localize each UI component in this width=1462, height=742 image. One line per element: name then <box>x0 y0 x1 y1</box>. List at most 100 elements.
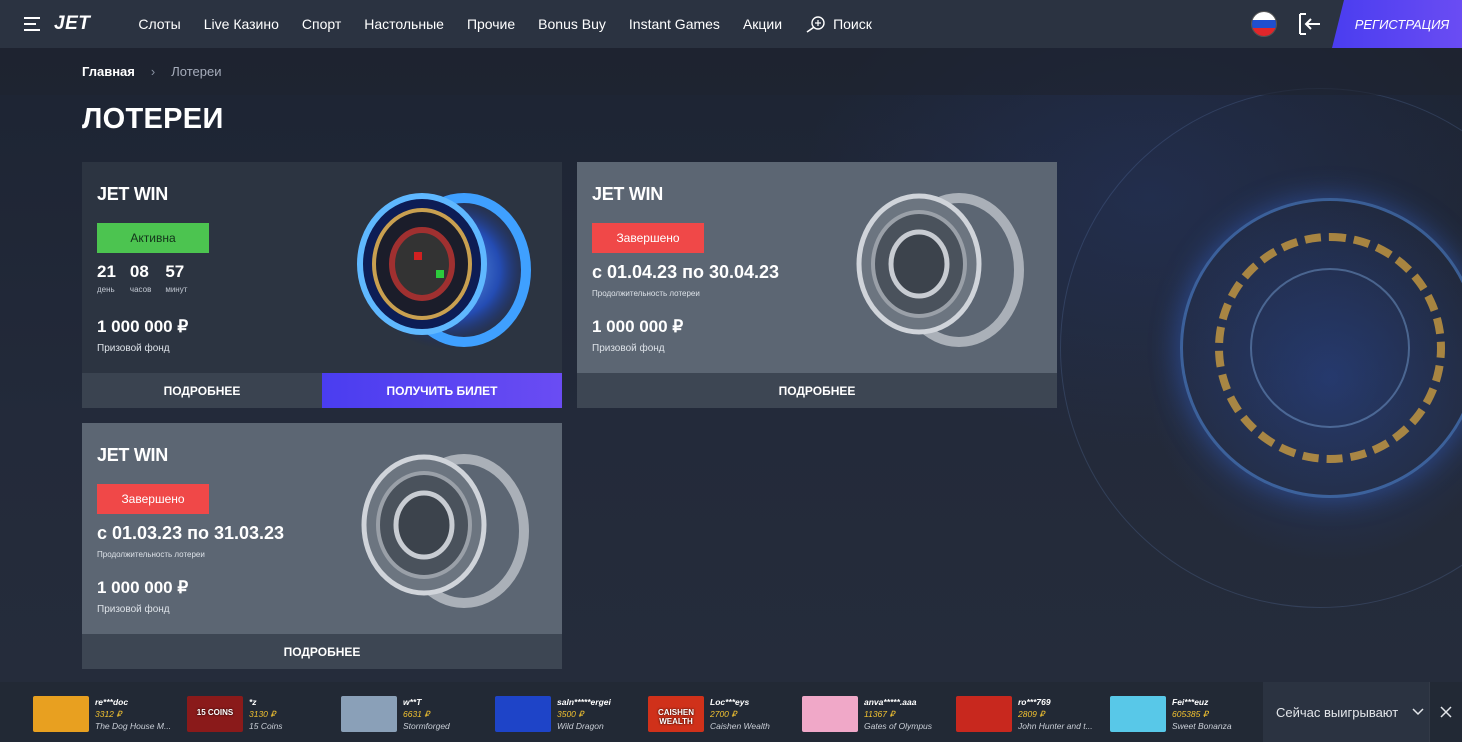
period-label: Продолжительность лотереи <box>592 289 700 298</box>
nav-item-slots[interactable]: Слоты <box>138 16 180 32</box>
breadcrumb: Главная › Лотереи <box>0 48 1462 95</box>
game-thumbnail <box>495 696 551 732</box>
winner-amount: 3500 ₽ <box>557 709 584 719</box>
winner-user: w**T <box>403 697 422 707</box>
winner-user: Loc***eys <box>710 697 750 707</box>
status-badge: Активна <box>97 223 209 253</box>
winner-amount: 2809 ₽ <box>1018 709 1045 719</box>
winner-user: Fei***euz <box>1172 697 1209 707</box>
game-thumbnail <box>341 696 397 732</box>
winner-game: Stormforged <box>403 721 450 731</box>
language-flag-icon[interactable] <box>1251 11 1277 37</box>
prize-amount: 1 000 000 ₽ <box>97 578 189 597</box>
prize-amount: 1 000 000 ₽ <box>97 317 189 336</box>
winner-game: Caishen Wealth <box>710 721 770 731</box>
winner-game: John Hunter and t... <box>1018 721 1093 731</box>
nav-item-bonus-buy[interactable]: Bonus Buy <box>538 16 606 32</box>
winner-user: ro***769 <box>1018 697 1051 707</box>
top-navigation: JET Слоты Live Казино Спорт Настольные П… <box>0 0 1462 48</box>
login-icon[interactable] <box>1298 12 1322 36</box>
winner-user: re***doc <box>95 697 129 707</box>
winner-amount: 2700 ₽ <box>710 709 737 719</box>
timer-days: 21 <box>97 262 116 281</box>
winner-game: Wild Dragon <box>557 721 604 731</box>
card-actions: Подробнее Получить билет <box>82 373 562 408</box>
timer-minutes-label: минут <box>165 285 188 294</box>
card-actions: Подробнее <box>82 634 562 669</box>
close-ticker-button[interactable] <box>1429 682 1462 742</box>
countdown-timer: 21 день 08 часов 57 минут <box>97 262 201 294</box>
winner-user: anva*****.aaa <box>864 697 917 707</box>
menu-icon[interactable] <box>24 17 44 31</box>
status-badge: Завершено <box>97 484 209 514</box>
winner-game: Gates of Olympus <box>864 721 933 731</box>
winner-amount: 3312 ₽ <box>95 709 122 719</box>
lottery-name: JET WIN <box>97 184 168 204</box>
register-button[interactable]: Регистрация <box>1332 0 1462 48</box>
lottery-period: с 01.03.23 по 31.03.23 <box>97 523 285 543</box>
get-ticket-button[interactable]: Получить билет <box>322 373 562 408</box>
winner-item[interactable]: saln*****ergei 3500 ₽ Wild Dragon <box>495 696 611 732</box>
roulette-wheel-image <box>357 190 534 350</box>
breadcrumb-current: Лотереи <box>171 64 222 79</box>
winner-item[interactable]: 15 COINS *z 3130 ₽ 15 Coins <box>187 696 283 732</box>
winner-item[interactable]: anva*****.aaa 11367 ₽ Gates of Olympus <box>802 696 932 732</box>
winner-amount: 6631 ₽ <box>403 709 430 719</box>
timer-days-label: день <box>97 285 115 294</box>
timer-hours: 08 <box>129 262 149 281</box>
game-thumbnail <box>956 696 1012 732</box>
nav-item-instant-games[interactable]: Instant Games <box>629 16 720 32</box>
nav-item-promotions[interactable]: Акции <box>743 16 782 32</box>
game-thumbnail <box>1110 696 1166 732</box>
winner-item[interactable]: Fei***euz 605385 ₽ Sweet Bonanza <box>1110 696 1232 732</box>
roulette-wheel-image <box>856 193 1024 347</box>
winner-item[interactable]: w**T 6631 ₽ Stormforged <box>341 696 450 732</box>
details-button[interactable]: Подробнее <box>82 634 562 669</box>
page-title: ЛОТЕРЕИ <box>82 103 224 135</box>
thumbnail-logo: CAISHEN WEALTH <box>657 708 694 726</box>
winner-game: The Dog House M... <box>95 721 172 731</box>
now-winning-label: Сейчас выигрывают <box>1276 704 1399 720</box>
winner-item[interactable]: CAISHEN WEALTH Loc***eys 2700 ₽ Caishen We… <box>648 696 770 732</box>
main-nav: Слоты Live Казино Спорт Настольные Прочи… <box>138 16 805 32</box>
winner-item[interactable]: re***doc 3312 ₽ The Dog House M... <box>33 696 171 732</box>
lottery-period: с 01.04.23 по 30.04.23 <box>592 262 780 282</box>
prize-label: Призовой фонд <box>97 343 170 354</box>
winner-game: Sweet Bonanza <box>1172 721 1232 731</box>
close-icon <box>1440 706 1452 718</box>
breadcrumb-home[interactable]: Главная <box>82 64 135 79</box>
card-actions: Подробнее <box>577 373 1057 408</box>
details-button[interactable]: Подробнее <box>82 373 322 408</box>
winner-amount: 605385 ₽ <box>1172 709 1209 719</box>
game-thumbnail: CAISHEN WEALTH <box>648 696 704 732</box>
status-badge: Завершено <box>592 223 704 253</box>
game-thumbnail <box>33 696 89 732</box>
roulette-wheel-image <box>361 454 529 608</box>
nav-item-live-casino[interactable]: Live Казино <box>204 16 279 32</box>
logo[interactable]: JET <box>54 13 90 35</box>
search-icon <box>806 16 825 33</box>
now-winning-toggle[interactable]: Сейчас выигрывают <box>1263 682 1429 742</box>
prize-label: Призовой фонд <box>97 604 170 615</box>
prize-label: Призовой фонд <box>592 343 665 354</box>
game-thumbnail: 15 COINS <box>187 696 243 732</box>
winner-amount: 11367 ₽ <box>864 709 895 719</box>
winner-user: saln*****ergei <box>557 697 611 707</box>
lottery-card-ended: JET WIN Завершено с 01.04.23 по 30.04.23… <box>577 162 1057 408</box>
winner-item[interactable]: ro***769 2809 ₽ John Hunter and t... <box>956 696 1093 732</box>
nav-item-sport[interactable]: Спорт <box>302 16 341 32</box>
winners-ticker: re***doc 3312 ₽ The Dog House M... 15 COIN… <box>0 682 1462 742</box>
lottery-name: JET WIN <box>97 445 168 465</box>
search-label: Поиск <box>833 16 872 32</box>
details-button[interactable]: Подробнее <box>577 373 1057 408</box>
winner-game: 15 Coins <box>249 721 283 731</box>
winner-user: *z <box>249 697 257 707</box>
nav-item-other[interactable]: Прочие <box>467 16 515 32</box>
timer-minutes: 57 <box>165 262 185 281</box>
winner-amount: 3130 ₽ <box>249 709 276 719</box>
game-thumbnail <box>802 696 858 732</box>
search-button[interactable]: Поиск <box>805 15 872 33</box>
period-label: Продолжительность лотереи <box>97 550 205 559</box>
nav-item-table[interactable]: Настольные <box>364 16 444 32</box>
thumbnail-logo: 15 COINS <box>196 708 234 717</box>
